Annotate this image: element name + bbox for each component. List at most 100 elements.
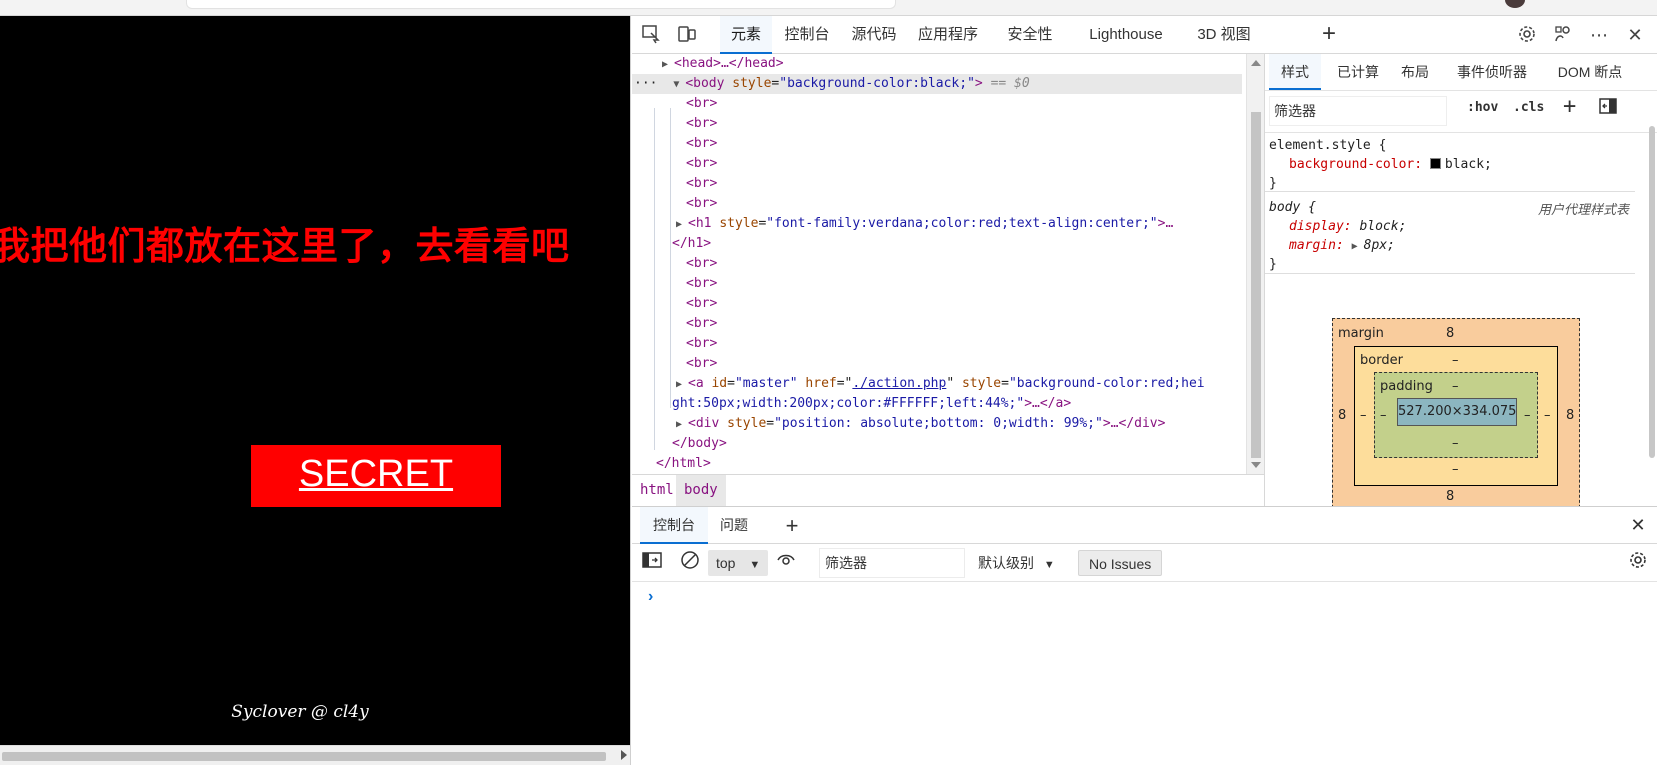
node-attr-value: ght:50px;width:200px;color:#FFFFFF;left:… [672,396,1025,411]
cls-toggle[interactable]: .cls [1513,100,1544,115]
dom-node-br[interactable]: <br> [686,134,717,154]
rule-declaration: display: block; [1289,217,1406,236]
tab-3d-view[interactable]: 3D 视图 [1188,16,1260,54]
dom-node-br[interactable]: <br> [686,334,717,354]
collapse-triangle-icon[interactable]: ▼ [673,75,685,95]
breadcrumb-html[interactable]: html [632,475,682,506]
secret-link[interactable]: SECRET [251,445,501,507]
scroll-right-arrow-icon[interactable] [621,750,627,760]
styles-scrollbar[interactable] [1647,126,1657,476]
scroll-down-arrow-icon[interactable] [1251,462,1261,468]
tab-styles[interactable]: 样式 [1269,54,1321,90]
inspect-element-icon[interactable] [640,24,662,46]
tab-elements[interactable]: 元素 [720,16,772,54]
close-drawer-icon[interactable]: ✕ [1626,507,1650,544]
close-devtools-icon[interactable]: ✕ [1624,24,1646,46]
dom-node-br[interactable]: <br> [686,314,717,334]
padding-top-value[interactable]: – [1452,379,1459,394]
hov-toggle[interactable]: :hov [1467,100,1498,115]
scrollbar-thumb[interactable] [1649,126,1655,458]
dom-node-br[interactable]: <br> [686,174,717,194]
address-bar[interactable] [186,0,896,9]
border-bottom-value[interactable]: – [1452,462,1459,477]
scrollbar-thumb[interactable] [2,752,606,761]
dom-node-h1-close[interactable]: </h1> [672,234,711,254]
margin-left-value[interactable]: 8 [1338,408,1346,423]
dom-node-a-wrap[interactable]: ght:50px;width:200px;color:#FFFFFF;left:… [672,394,1071,414]
dom-node-br[interactable]: <br> [686,274,717,294]
rule-selector[interactable]: element.style { [1269,136,1386,155]
margin-top-value[interactable]: 8 [1446,326,1454,341]
add-tab-plus-icon[interactable]: + [1322,22,1336,46]
border-top-value[interactable]: – [1452,353,1459,368]
settings-gear-icon[interactable] [1516,24,1538,46]
color-swatch-icon[interactable] [1429,158,1441,169]
tab-event-listeners[interactable]: 事件侦听器 [1447,54,1537,90]
padding-bottom-value[interactable]: – [1452,436,1459,451]
margin-right-value[interactable]: 8 [1566,408,1574,423]
border-right-value[interactable]: – [1544,408,1551,423]
scroll-up-arrow-icon[interactable] [1251,60,1261,66]
expand-triangle-icon[interactable]: ▶ [1352,237,1364,256]
padding-left-value[interactable]: – [1380,408,1387,423]
box-model-content[interactable]: 527.200×334.075 [1397,398,1517,426]
context-select[interactable]: top ▼ [708,550,769,576]
drawer-tab-issues[interactable]: 问题 [714,507,754,544]
dom-node-br[interactable]: <br> [686,194,717,214]
toggle-sidebar-icon[interactable] [1599,98,1617,118]
dom-node-div[interactable]: ▶ <div style="position: absolute;bottom: … [676,414,1165,434]
dom-node-br[interactable]: <br> [686,354,717,374]
dom-node-body-close[interactable]: </body> [672,434,727,454]
more-options-icon[interactable]: ⋯ [1588,24,1610,46]
live-expression-eye-icon[interactable] [776,550,796,576]
tab-lighthouse[interactable]: Lighthouse [1076,16,1176,54]
border-left-value[interactable]: – [1360,408,1367,423]
node-more-dots[interactable]: ··· [632,76,657,91]
device-toolbar-icon[interactable] [676,24,698,46]
breadcrumb-body[interactable]: body [676,475,726,506]
console-filter-input[interactable]: 筛选器 [819,548,965,578]
horizontal-scrollbar[interactable] [0,745,630,765]
dom-node-br[interactable]: <br> [686,94,717,114]
expand-triangle-icon[interactable]: ▶ [676,415,688,435]
issues-counter-button[interactable]: No Issues [1078,550,1163,576]
console-settings-gear-icon[interactable] [1628,550,1648,576]
profile-avatar[interactable] [1505,0,1525,8]
dom-node-head[interactable]: ▶ <head>…</head> [662,54,784,74]
elements-scrollbar[interactable] [1246,54,1264,474]
dom-node-a-master[interactable]: ▶ <a id="master" href="./action.php" styl… [676,374,1205,394]
dom-node-br[interactable]: <br> [686,114,717,134]
href-link[interactable]: ./action.php [852,376,946,391]
css-value: block; [1359,219,1407,234]
tab-dom-breakpoints[interactable]: DOM 断点 [1545,54,1635,90]
tab-security[interactable]: 安全性 [1000,16,1060,54]
drawer-tab-console[interactable]: 控制台 [640,507,708,544]
console-sidebar-icon[interactable] [642,550,662,576]
dom-node-body-selected[interactable]: ··· ▼ <body style="background-color:black… [632,74,1242,94]
dom-node-h1[interactable]: ▶ <h1 style="font-family:verdana;color:re… [676,214,1173,234]
clear-console-icon[interactable] [680,550,700,576]
dom-node-br[interactable]: <br> [686,254,717,274]
tab-application[interactable]: 应用程序 [910,16,986,54]
margin-bottom-value[interactable]: 8 [1446,489,1454,504]
dom-node-html-close[interactable]: </html> [656,454,711,474]
expand-triangle-icon[interactable]: ▶ [676,215,688,235]
log-level-select[interactable]: 默认级别 ▼ [978,550,1055,576]
dom-node-br[interactable]: <br> [686,154,717,174]
tab-layout[interactable]: 布局 [1395,54,1435,90]
drawer-add-plus-icon[interactable]: + [780,507,804,544]
expand-triangle-icon[interactable]: ▶ [662,55,674,75]
padding-right-value[interactable]: – [1524,408,1531,423]
node-tag: <a [688,376,712,391]
scrollbar-thumb[interactable] [1251,112,1261,458]
dom-node-br[interactable]: <br> [686,294,717,314]
console-prompt-chevron-icon[interactable]: › [648,588,653,606]
rule-declaration[interactable]: background-color: black; [1289,155,1492,174]
expand-triangle-icon[interactable]: ▶ [676,375,688,395]
tab-sources[interactable]: 源代码 [844,16,904,54]
tab-computed[interactable]: 已计算 [1327,54,1389,90]
tab-console[interactable]: 控制台 [776,16,838,54]
new-style-rule-plus-icon[interactable]: + [1563,94,1576,119]
feedback-icon[interactable] [1552,24,1574,46]
styles-filter-input[interactable]: 筛选器 [1269,96,1447,126]
